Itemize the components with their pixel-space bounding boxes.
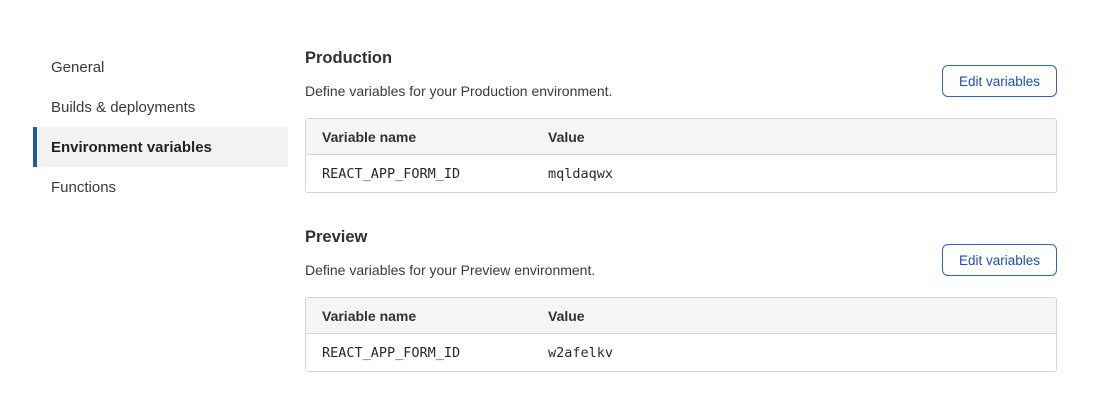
table-row: REACT_APP_FORM_ID w2afelkv [306, 334, 1056, 371]
production-section-title: Production [305, 50, 1057, 67]
preview-section: Preview Define variables for your Previe… [305, 229, 1057, 372]
main-content: Production Define variables for your Pro… [305, 50, 1057, 372]
table-header-row: Variable name Value [306, 119, 1056, 155]
settings-sidebar: General Builds & deployments Environment… [33, 47, 288, 207]
production-section: Production Define variables for your Pro… [305, 50, 1057, 193]
sidebar-item-general[interactable]: General [33, 47, 288, 87]
environment-variables-page: General Builds & deployments Environment… [0, 0, 1100, 420]
variable-name-cell: REACT_APP_FORM_ID [306, 334, 532, 371]
variable-name-cell: REACT_APP_FORM_ID [306, 155, 532, 192]
preview-variables-table: Variable name Value REACT_APP_FORM_ID w2… [305, 297, 1057, 372]
production-variables-table: Variable name Value REACT_APP_FORM_ID mq… [305, 118, 1057, 193]
column-header-value: Value [532, 298, 1056, 334]
column-header-variable-name: Variable name [306, 119, 532, 155]
table-row: REACT_APP_FORM_ID mqldaqwx [306, 155, 1056, 192]
edit-variables-button-preview[interactable]: Edit variables [942, 244, 1057, 276]
preview-section-title: Preview [305, 229, 1057, 246]
variable-value-cell: w2afelkv [532, 334, 1056, 371]
sidebar-item-builds-deployments[interactable]: Builds & deployments [33, 87, 288, 127]
column-header-variable-name: Variable name [306, 298, 532, 334]
column-header-value: Value [532, 119, 1056, 155]
sidebar-item-functions[interactable]: Functions [33, 167, 288, 207]
variable-value-cell: mqldaqwx [532, 155, 1056, 192]
table-header-row: Variable name Value [306, 298, 1056, 334]
edit-variables-button-production[interactable]: Edit variables [942, 65, 1057, 97]
sidebar-item-environment-variables[interactable]: Environment variables [33, 127, 288, 167]
